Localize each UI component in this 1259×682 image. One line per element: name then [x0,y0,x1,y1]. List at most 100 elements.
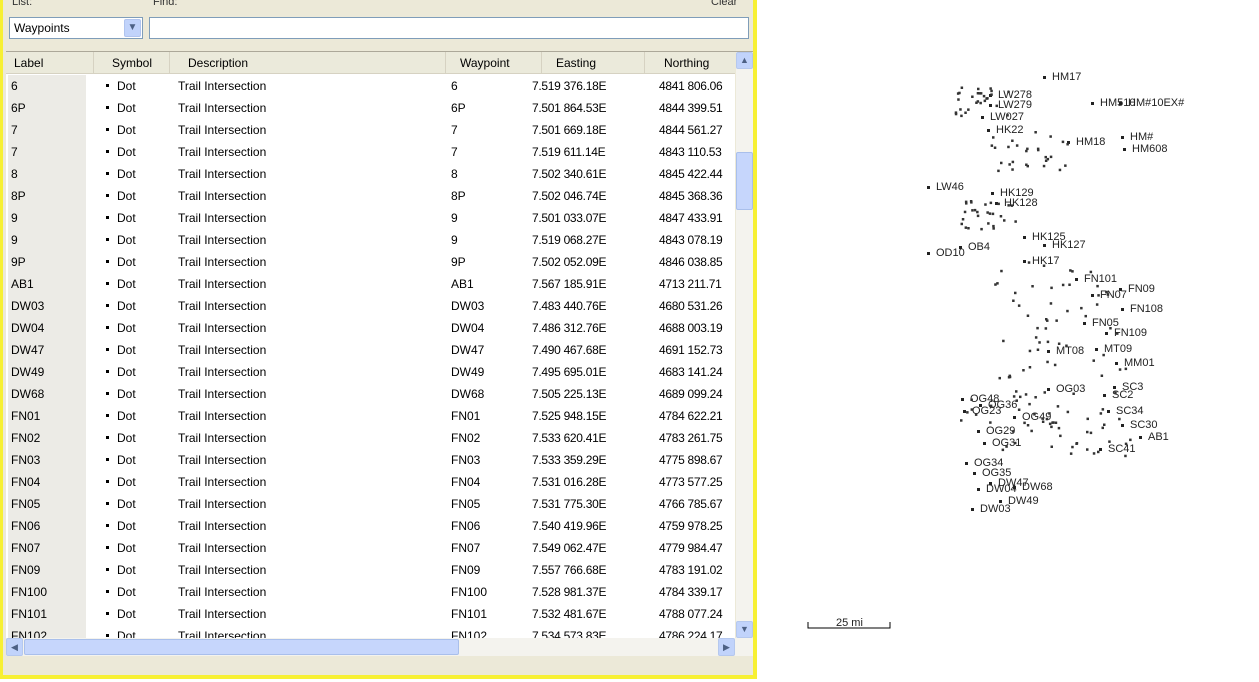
waypoint-dot-icon[interactable] [1023,260,1026,263]
waypoint-dot-icon[interactable] [1047,388,1050,391]
table-row[interactable]: 6P Dot Trail Intersection 6P 7.501 864.53E 48… [6,97,736,119]
table-row[interactable]: FN03 Dot Trail Intersection FN03 7.533 359.2… [6,449,736,471]
table-row[interactable]: FN05 Dot Trail Intersection FN05 7.531 775.3… [6,493,736,515]
waypoint-dot-icon[interactable] [1139,436,1142,439]
horizontal-scrollbar[interactable]: ◀ ▶ [6,638,753,656]
waypoint-label[interactable]: MM01 [1124,357,1155,369]
waypoint-label[interactable]: HM#10EX# [1128,97,1185,109]
waypoint-label[interactable]: SC34 [1116,405,1144,417]
waypoint-label[interactable]: OB4 [968,241,990,253]
table-row[interactable]: 7 Dot Trail Intersection 7 7.519 611.14E 4843… [6,141,736,163]
table-row[interactable]: 6 Dot Trail Intersection 6 7.519 376.18E 4841… [6,75,736,97]
table-row[interactable]: 8 Dot Trail Intersection 8 7.502 340.61E 4845… [6,163,736,185]
waypoint-label[interactable]: HK22 [996,124,1024,136]
table-row[interactable]: 9 Dot Trail Intersection 9 7.519 068.27E 4843… [6,229,736,251]
horizontal-scroll-thumb[interactable] [24,639,459,655]
table-row[interactable]: FN09 Dot Trail Intersection FN09 7.557 766.6… [6,559,736,581]
table-row[interactable]: FN101 Dot Trail Intersection FN101 7.532 481… [6,603,736,625]
waypoint-dot-icon[interactable] [961,398,964,401]
scroll-left-icon[interactable]: ◀ [6,638,23,656]
table-row[interactable]: DW03 Dot Trail Intersection DW03 7.483 440.7… [6,295,736,317]
waypoint-label[interactable]: FN101 [1084,273,1117,285]
waypoint-label[interactable]: OD10 [936,247,965,259]
waypoint-label[interactable]: SC30 [1130,419,1158,431]
waypoint-dot-icon[interactable] [1103,394,1106,397]
waypoint-dot-icon[interactable] [1115,362,1118,365]
waypoint-label[interactable]: HM18 [1076,136,1105,148]
table-row[interactable]: FN06 Dot Trail Intersection FN06 7.540 419.9… [6,515,736,537]
waypoint-label[interactable]: FN09 [1128,283,1155,295]
waypoint-label[interactable]: FN108 [1130,303,1163,315]
table-row[interactable]: DW04 Dot Trail Intersection DW04 7.486 312.7… [6,317,736,339]
column-header-description[interactable]: Description [170,52,446,74]
waypoint-dot-icon[interactable] [987,129,990,132]
waypoint-label[interactable]: LW46 [936,181,964,193]
column-header-symbol[interactable]: Symbol [94,52,170,74]
waypoint-label[interactable]: OG03 [1056,383,1085,395]
waypoint-label[interactable]: SC41 [1108,443,1136,455]
waypoint-dot-icon[interactable] [1023,236,1026,239]
waypoint-dot-icon[interactable] [963,410,966,413]
waypoint-dot-icon[interactable] [1047,350,1050,353]
column-header-waypoint[interactable]: Waypoint [446,52,542,74]
find-input[interactable] [149,17,749,39]
waypoint-dot-icon[interactable] [927,252,930,255]
vertical-scrollbar[interactable]: ▲ ▼ [735,52,753,638]
table-row[interactable]: 8P Dot Trail Intersection 8P 7.502 046.74E 48… [6,185,736,207]
waypoint-label[interactable]: DW49 [1008,495,1039,507]
waypoint-dot-icon[interactable] [989,104,992,107]
waypoint-label[interactable]: LW279 [998,99,1032,111]
column-header-easting[interactable]: Easting [542,52,645,74]
waypoint-dot-icon[interactable] [977,430,980,433]
waypoint-dot-icon[interactable] [1105,332,1108,335]
waypoint-dot-icon[interactable] [973,472,976,475]
waypoint-label[interactable]: DW04 [986,483,1017,495]
waypoint-label[interactable]: FN07 [1100,289,1127,301]
waypoint-label[interactable]: SC2 [1112,389,1133,401]
waypoint-label[interactable]: HK127 [1052,239,1086,251]
waypoint-dot-icon[interactable] [1121,424,1124,427]
table-row[interactable]: 7 Dot Trail Intersection 7 7.501 669.18E 4844… [6,119,736,141]
scroll-up-icon[interactable]: ▲ [736,52,753,69]
waypoint-label[interactable]: LW027 [990,111,1024,123]
waypoint-dot-icon[interactable] [971,508,974,511]
waypoint-dot-icon[interactable] [1123,148,1126,151]
waypoint-label[interactable]: AB1 [1148,431,1169,443]
waypoint-dot-icon[interactable] [983,442,986,445]
waypoint-dot-icon[interactable] [1099,448,1102,451]
waypoint-label[interactable]: MT09 [1104,343,1132,355]
column-header-label[interactable]: Label [6,52,94,74]
waypoint-label[interactable]: HM17 [1052,71,1081,83]
table-row[interactable]: 9P Dot Trail Intersection 9P 7.502 052.09E 48… [6,251,736,273]
waypoint-label[interactable]: HM608 [1132,143,1167,155]
waypoint-label[interactable]: HK128 [1004,197,1038,209]
table-row[interactable]: FN07 Dot Trail Intersection FN07 7.549 062.4… [6,537,736,559]
waypoint-label[interactable]: DW68 [1022,481,1053,493]
table-row[interactable]: DW68 Dot Trail Intersection DW68 7.505 225.1… [6,383,736,405]
waypoint-dot-icon[interactable] [1043,244,1046,247]
waypoint-dot-icon[interactable] [965,462,968,465]
waypoint-label[interactable]: HM# [1130,131,1154,143]
waypoint-dot-icon[interactable] [1091,294,1094,297]
waypoint-label[interactable]: OG49 [1022,411,1051,423]
waypoint-map[interactable]: HM17 LW278 LW279 LW027 HM510 HM#10EX# HK22 HM18… [760,0,1259,679]
waypoint-dot-icon[interactable] [1083,322,1086,325]
map-canvas[interactable]: HM17LW278LW279LW027HM510HM#10EX#HK22HM18… [760,0,1259,679]
waypoint-label[interactable]: OG29 [986,425,1015,437]
vertical-scroll-thumb[interactable] [736,152,753,210]
table-row[interactable]: DW47 Dot Trail Intersection DW47 7.490 467.6… [6,339,736,361]
column-header-northing[interactable]: Northing [645,52,736,74]
waypoint-label[interactable]: MT08 [1056,345,1084,357]
waypoint-dot-icon[interactable] [1121,308,1124,311]
waypoint-dot-icon[interactable] [1119,102,1122,105]
waypoint-dot-icon[interactable] [991,192,994,195]
waypoint-label[interactable]: HK17 [1032,255,1060,267]
waypoint-dot-icon[interactable] [1095,348,1098,351]
waypoint-dot-icon[interactable] [977,488,980,491]
waypoint-dot-icon[interactable] [1121,136,1124,139]
scroll-down-icon[interactable]: ▼ [736,621,753,638]
chevron-down-icon[interactable]: ▼ [124,19,141,37]
waypoint-dot-icon[interactable] [1107,410,1110,413]
waypoint-dot-icon[interactable] [1091,102,1094,105]
clear-button[interactable]: Clear [711,0,737,8]
